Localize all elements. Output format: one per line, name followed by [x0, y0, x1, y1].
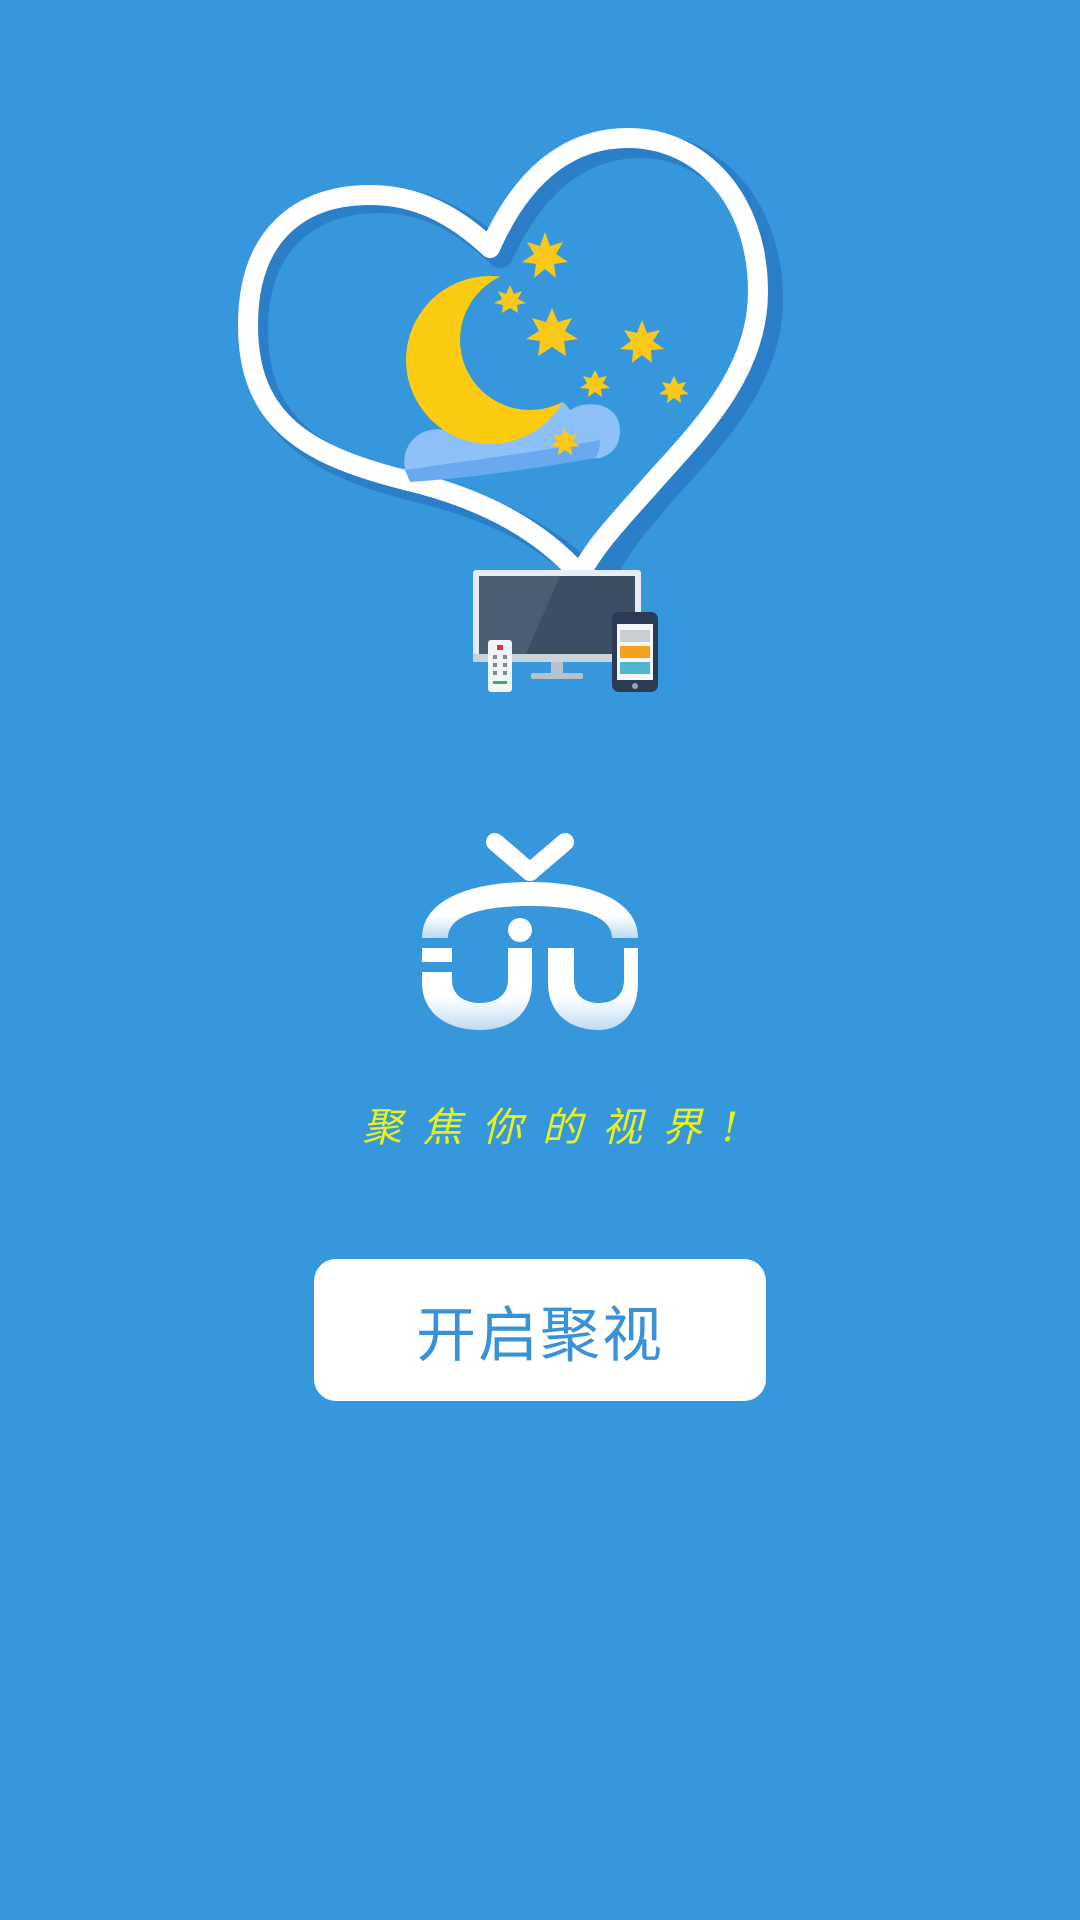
start-button-label: 开启聚视	[416, 1300, 664, 1371]
juju-tv-logo-icon	[422, 833, 638, 1030]
splash-screen: 聚焦你的视界! 开启聚视	[0, 0, 1080, 1920]
hero-illustration	[238, 128, 783, 692]
remote-control-icon	[488, 640, 512, 692]
smartphone-icon	[612, 612, 658, 692]
start-button[interactable]: 开启聚视	[314, 1259, 766, 1401]
slogan-text: 聚焦你的视界!	[361, 1105, 759, 1151]
